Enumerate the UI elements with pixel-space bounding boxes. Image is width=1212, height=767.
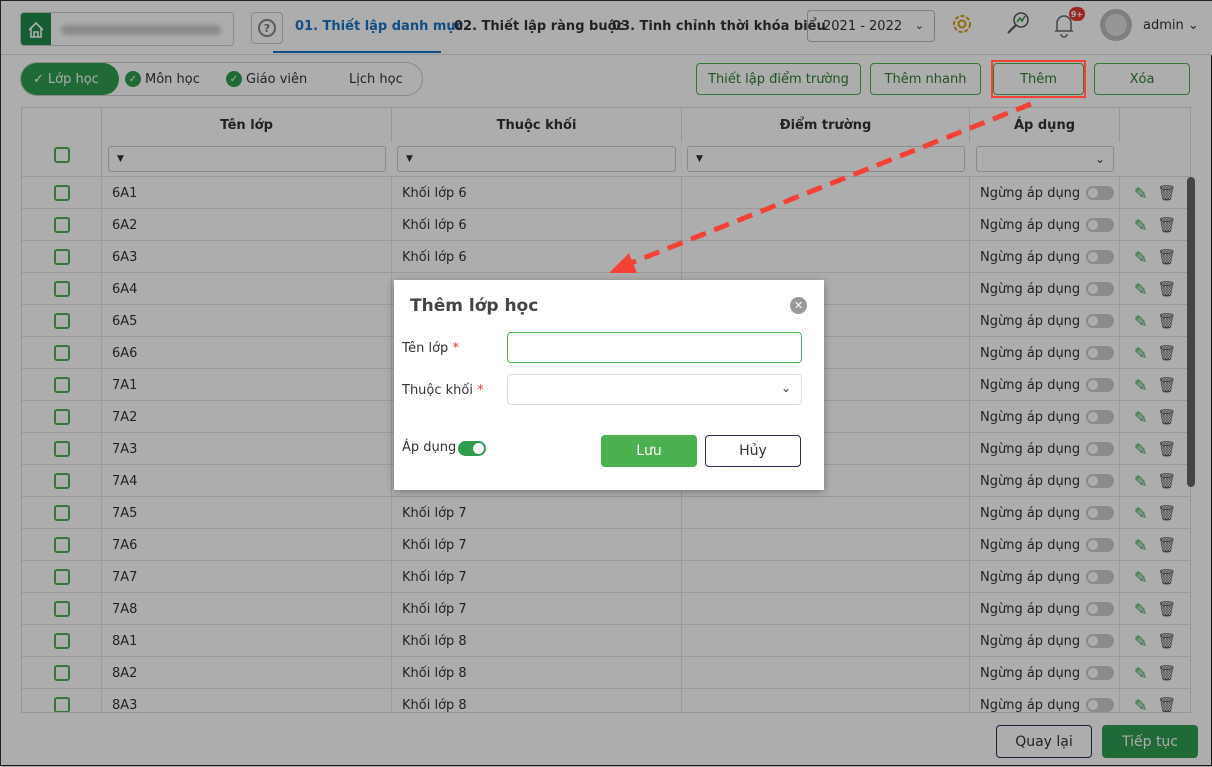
modal-title: Thêm lớp học: [410, 296, 539, 316]
apply-toggle[interactable]: [458, 441, 486, 456]
grade-label: Thuộc khối *: [402, 383, 484, 398]
class-name-input[interactable]: [507, 332, 802, 363]
close-icon[interactable]: ✕: [790, 297, 807, 314]
add-class-modal: Thêm lớp học ✕ Tên lớp * Thuộc khối * ⌄ …: [394, 280, 824, 490]
save-button[interactable]: Lưu: [601, 435, 697, 467]
chevron-down-icon: ⌄: [780, 381, 791, 395]
apply-label: Áp dụng: [402, 440, 457, 455]
class-name-label: Tên lớp *: [402, 341, 459, 356]
cancel-button[interactable]: Hủy: [705, 435, 801, 467]
grade-select[interactable]: ⌄: [507, 374, 802, 405]
